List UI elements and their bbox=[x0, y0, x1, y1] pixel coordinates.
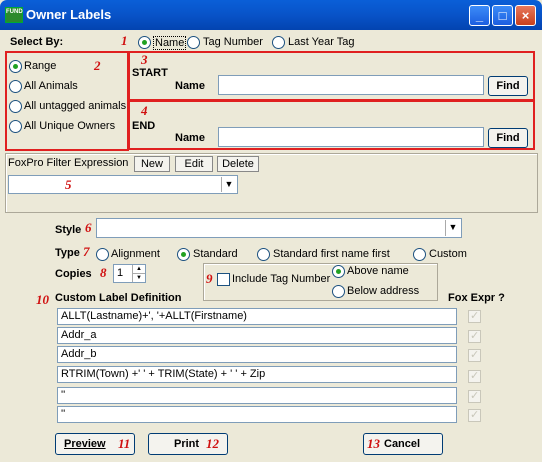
marker-3: 3 bbox=[141, 52, 148, 67]
marker-11: 11 bbox=[118, 436, 131, 451]
select-by-name-label[interactable]: Name bbox=[153, 36, 187, 50]
marker-4: 4 bbox=[141, 103, 148, 118]
marker-6: 6 bbox=[85, 220, 92, 235]
below-address-label[interactable]: Below address bbox=[347, 285, 419, 297]
type-custom-label[interactable]: Custom bbox=[429, 248, 467, 260]
marker-2: 2 bbox=[94, 58, 101, 73]
foxpro-label: FoxPro Filter Expression bbox=[8, 157, 129, 169]
above-name-label[interactable]: Above name bbox=[347, 265, 409, 277]
start-name-input[interactable] bbox=[218, 75, 484, 95]
foxpro-edit-button[interactable]: Edit bbox=[175, 156, 213, 172]
end-find-button[interactable]: Find bbox=[488, 128, 528, 148]
fox-expr-row-1-checkbox bbox=[468, 309, 481, 323]
select-by-lastyear-label[interactable]: Last Year Tag bbox=[288, 36, 354, 48]
marker-9: 9 bbox=[206, 271, 213, 286]
fox-expr-heading: Fox Expr ? bbox=[448, 292, 505, 304]
fox-expr-row-5-checkbox bbox=[468, 389, 481, 403]
fox-expr-row-6-checkbox bbox=[468, 408, 481, 422]
all-unique-owners-label[interactable]: All Unique Owners bbox=[24, 120, 115, 132]
foxpro-delete-button[interactable]: Delete bbox=[217, 156, 259, 172]
marker-13: 13 bbox=[367, 436, 380, 451]
custom-row-5-input[interactable]: '' bbox=[57, 387, 457, 404]
style-label: Style bbox=[55, 224, 82, 236]
stepper-up-icon[interactable]: ▲ bbox=[132, 265, 145, 273]
select-by-tag-label[interactable]: Tag Number bbox=[203, 36, 263, 48]
all-unique-owners-radio[interactable] bbox=[9, 120, 22, 133]
custom-label-heading: Custom Label Definition bbox=[55, 292, 182, 304]
fox-expr-row-4-checkbox bbox=[468, 369, 481, 383]
copies-value: 1 bbox=[117, 267, 124, 279]
custom-row-3-input[interactable]: Addr_b bbox=[57, 346, 457, 363]
marker-10: 10 bbox=[36, 292, 49, 307]
start-find-button[interactable]: Find bbox=[488, 76, 528, 96]
custom-row-1-input[interactable]: ALLT(Lastname)+', '+ALLT(Firstname) bbox=[57, 308, 457, 325]
range-label[interactable]: Range bbox=[24, 60, 56, 72]
close-button[interactable]: × bbox=[515, 5, 536, 26]
select-by-name-radio[interactable] bbox=[138, 36, 151, 49]
foxpro-expression-dropdown[interactable]: ▼ bbox=[8, 175, 238, 194]
select-by-lastyear-radio[interactable] bbox=[272, 36, 285, 49]
foxpro-new-button[interactable]: New bbox=[134, 156, 170, 172]
custom-row-6-input[interactable]: '' bbox=[57, 406, 457, 423]
chevron-down-icon[interactable]: ▼ bbox=[445, 220, 460, 236]
type-label: Type bbox=[55, 247, 80, 259]
stepper-down-icon[interactable]: ▼ bbox=[132, 273, 145, 282]
end-name-input[interactable] bbox=[218, 127, 484, 147]
fox-expr-row-2-checkbox bbox=[468, 329, 481, 343]
custom-row-4-input[interactable]: RTRIM(Town) +' ' + TRIM(State) + ' ' + Z… bbox=[57, 366, 457, 383]
start-heading: START bbox=[132, 67, 168, 79]
custom-row-2-input[interactable]: Addr_a bbox=[57, 327, 457, 344]
end-name-label: Name bbox=[175, 132, 205, 144]
fox-expr-row-3-checkbox bbox=[468, 348, 481, 362]
type-standard-label[interactable]: Standard bbox=[193, 248, 238, 260]
all-untagged-radio[interactable] bbox=[9, 100, 22, 113]
owner-labels-window: FUND Owner Labels _ □ × Select By: 1 Nam… bbox=[0, 0, 542, 462]
chevron-down-icon[interactable]: ▼ bbox=[221, 177, 236, 192]
select-by-label: Select By: bbox=[10, 36, 64, 48]
marker-7: 7 bbox=[83, 244, 90, 259]
type-alignment-radio[interactable] bbox=[96, 248, 109, 261]
type-standard-radio[interactable] bbox=[177, 248, 190, 261]
range-radio[interactable] bbox=[9, 60, 22, 73]
marker-8: 8 bbox=[100, 265, 107, 280]
window-title: Owner Labels bbox=[26, 7, 112, 22]
minimize-button[interactable]: _ bbox=[469, 5, 490, 26]
type-alignment-label[interactable]: Alignment bbox=[111, 248, 160, 260]
end-heading: END bbox=[132, 120, 156, 132]
all-animals-label[interactable]: All Animals bbox=[24, 80, 78, 92]
start-name-label: Name bbox=[175, 80, 205, 92]
marker-1: 1 bbox=[121, 33, 128, 48]
app-icon: FUND bbox=[5, 7, 23, 23]
copies-stepper[interactable]: 1 ▲ ▼ bbox=[113, 264, 146, 283]
include-tag-label[interactable]: Include Tag Number bbox=[232, 273, 330, 285]
copies-label: Copies bbox=[55, 268, 92, 280]
title-bar[interactable]: FUND Owner Labels _ □ × bbox=[0, 0, 542, 30]
select-by-tag-radio[interactable] bbox=[187, 36, 200, 49]
type-standard-first-label[interactable]: Standard first name first bbox=[273, 248, 390, 260]
include-tag-checkbox[interactable] bbox=[217, 273, 230, 286]
all-untagged-label[interactable]: All untagged animals bbox=[24, 100, 126, 112]
type-standard-first-radio[interactable] bbox=[257, 248, 270, 261]
marker-5: 5 bbox=[65, 177, 72, 192]
maximize-button[interactable]: □ bbox=[492, 5, 513, 26]
above-name-radio[interactable] bbox=[332, 265, 345, 278]
all-animals-radio[interactable] bbox=[9, 80, 22, 93]
type-custom-radio[interactable] bbox=[413, 248, 426, 261]
marker-12: 12 bbox=[206, 436, 219, 451]
style-dropdown[interactable]: ▼ bbox=[96, 218, 462, 238]
below-address-radio[interactable] bbox=[332, 285, 345, 298]
